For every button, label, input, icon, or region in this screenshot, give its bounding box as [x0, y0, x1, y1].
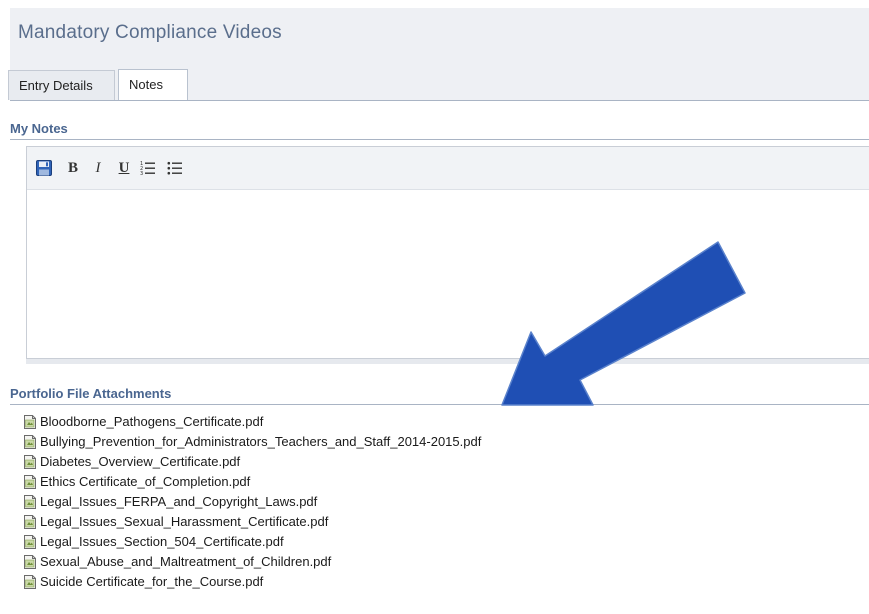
attachment-filename[interactable]: Sexual_Abuse_and_Maltreatment_of_Childre… [40, 552, 331, 572]
tabs-divider [10, 100, 869, 101]
my-notes-divider [10, 139, 869, 140]
attachment-filename[interactable]: Ethics Certificate_of_Completion.pdf [40, 472, 250, 492]
save-button[interactable] [35, 159, 53, 177]
page-title: Mandatory Compliance Videos [18, 22, 282, 43]
italic-button[interactable]: I [91, 159, 105, 177]
numbered-list-button[interactable]: 1 2 3 [139, 159, 157, 177]
pdf-file-icon [24, 435, 36, 449]
italic-icon: I [95, 160, 101, 176]
attachment-item[interactable]: Bullying_Prevention_for_Administrators_T… [22, 432, 481, 452]
pdf-file-icon [24, 575, 36, 589]
attachment-filename[interactable]: Legal_Issues_Section_504_Certificate.pdf [40, 532, 284, 552]
attachment-list: Bloodborne_Pathogens_Certificate.pdf Bull… [22, 412, 481, 592]
tab-notes[interactable]: Notes [118, 69, 188, 101]
pdf-file-icon [24, 535, 36, 549]
pdf-file-icon [24, 555, 36, 569]
attachment-filename[interactable]: Suicide Certificate_for_the_Course.pdf [40, 572, 263, 592]
tab-entry-details[interactable]: Entry Details [8, 70, 115, 100]
bullet-list-icon [167, 161, 182, 175]
attachment-item[interactable]: Suicide Certificate_for_the_Course.pdf [22, 572, 481, 592]
notes-text-area[interactable] [27, 190, 869, 358]
attachment-item[interactable]: Legal_Issues_Sexual_Harassment_Certifica… [22, 512, 481, 532]
attachment-filename[interactable]: Bullying_Prevention_for_Administrators_T… [40, 432, 481, 452]
attachment-item[interactable]: Bloodborne_Pathogens_Certificate.pdf [22, 412, 481, 432]
attachments-divider [10, 404, 869, 405]
editor-toolbar: B I U 1 2 3 [27, 147, 869, 190]
pdf-file-icon [24, 475, 36, 489]
attachment-item[interactable]: Sexual_Abuse_and_Maltreatment_of_Childre… [22, 552, 481, 572]
editor-resize-bar[interactable] [26, 359, 869, 364]
pdf-file-icon [24, 415, 36, 429]
numbered-list-icon: 1 2 3 [140, 161, 155, 177]
underline-button[interactable]: U [116, 159, 132, 177]
my-notes-heading: My Notes [10, 121, 68, 136]
bullet-list-button[interactable] [166, 159, 184, 177]
pdf-file-icon [24, 495, 36, 509]
floppy-disk-icon [36, 160, 52, 176]
attachment-item[interactable]: Legal_Issues_FERPA_and_Copyright_Laws.pd… [22, 492, 481, 512]
attachment-filename[interactable]: Bloodborne_Pathogens_Certificate.pdf [40, 412, 263, 432]
notes-editor: B I U 1 2 3 [26, 146, 869, 359]
attachment-item[interactable]: Diabetes_Overview_Certificate.pdf [22, 452, 481, 472]
underline-icon: U [118, 160, 130, 176]
attachment-item[interactable]: Ethics Certificate_of_Completion.pdf [22, 472, 481, 492]
svg-text:3: 3 [140, 171, 143, 176]
attachment-item[interactable]: Legal_Issues_Section_504_Certificate.pdf [22, 532, 481, 552]
pdf-file-icon [24, 515, 36, 529]
pdf-file-icon [24, 455, 36, 469]
bold-icon: B [67, 160, 78, 176]
attachment-filename[interactable]: Legal_Issues_Sexual_Harassment_Certifica… [40, 512, 328, 532]
attachments-heading: Portfolio File Attachments [10, 386, 172, 401]
attachment-filename[interactable]: Diabetes_Overview_Certificate.pdf [40, 452, 240, 472]
attachment-filename[interactable]: Legal_Issues_FERPA_and_Copyright_Laws.pd… [40, 492, 317, 512]
bold-button[interactable]: B [65, 159, 81, 177]
